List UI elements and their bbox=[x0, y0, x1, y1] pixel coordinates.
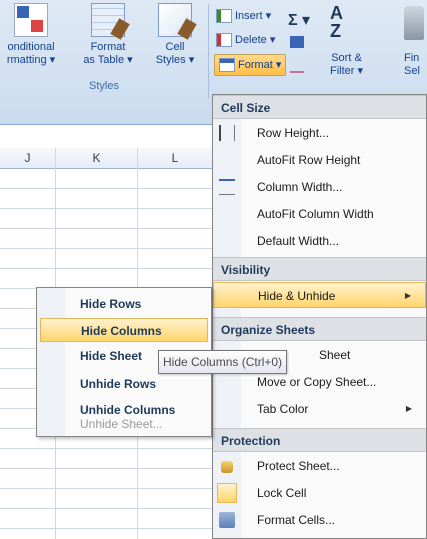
menu-item-autofit-row-height[interactable]: AutoFit Row Height bbox=[213, 147, 426, 173]
format-as-table-button[interactable]: Format as Table ▾ bbox=[78, 3, 138, 67]
submenu-arrow-icon: ▶ bbox=[404, 291, 411, 300]
submenu-item-unhide-rows[interactable]: Unhide Rows bbox=[40, 372, 208, 396]
sort-filter-icon[interactable]: AZ bbox=[330, 4, 360, 44]
format-cells-label: Format Cells... bbox=[257, 513, 336, 527]
format-cells-icon bbox=[219, 512, 235, 528]
cell-styles-label-1: Cell bbox=[165, 41, 185, 53]
tab-color-label: Tab Color bbox=[257, 402, 309, 416]
menu-item-format-cells[interactable]: Format Cells... bbox=[213, 507, 426, 533]
fill-down-icon bbox=[290, 36, 304, 49]
protect-sheet-label: Protect Sheet... bbox=[257, 459, 340, 473]
conditional-formatting-label-1: onditional bbox=[7, 41, 55, 53]
lock-icon bbox=[217, 483, 237, 503]
column-header-l[interactable]: L bbox=[138, 148, 213, 168]
column-header-j[interactable]: J bbox=[0, 148, 56, 168]
menu-item-default-width[interactable]: Default Width... bbox=[213, 228, 426, 254]
fill-button[interactable] bbox=[290, 32, 307, 52]
clear-button[interactable] bbox=[290, 56, 307, 76]
rename-sheet-label: Sheet bbox=[319, 348, 351, 362]
insert-cells-icon bbox=[216, 9, 232, 24]
lock-cell-label: Lock Cell bbox=[257, 486, 307, 500]
conditional-formatting-label-2: rmatting ▾ bbox=[6, 54, 56, 66]
find-select-button[interactable]: Fin Sel bbox=[404, 52, 420, 78]
column-header-k[interactable]: K bbox=[56, 148, 138, 168]
delete-cells-icon bbox=[216, 33, 232, 48]
insert-button[interactable]: Insert ▾ bbox=[216, 6, 271, 26]
menu-item-lock-cell[interactable]: Lock Cell bbox=[213, 480, 426, 506]
sort-filter-button[interactable]: Sort & Filter ▾ bbox=[330, 52, 363, 78]
row-height-icon bbox=[219, 125, 235, 141]
format-as-table-label-1: Format bbox=[90, 41, 126, 53]
row-height-label: Row Height... bbox=[257, 126, 330, 140]
find-select-label-2: Sel bbox=[404, 65, 420, 77]
section-cell-size: Cell Size bbox=[213, 95, 426, 119]
column-width-icon bbox=[219, 179, 235, 195]
format-dropdown-menu: Cell Size Row Height... AutoFit Row Heig… bbox=[212, 94, 427, 539]
cell-styles-label-2: Styles ▾ bbox=[155, 54, 195, 66]
column-width-label: Column Width... bbox=[257, 180, 343, 194]
menu-item-row-height[interactable]: Row Height... bbox=[213, 120, 426, 146]
format-as-table-icon bbox=[91, 3, 125, 37]
autofit-column-width-label: AutoFit Column Width bbox=[257, 207, 374, 221]
section-organize-sheets: Organize Sheets bbox=[213, 317, 426, 341]
conditional-formatting-icon bbox=[14, 3, 48, 37]
autosum-button[interactable]: Σ ▾ bbox=[288, 10, 310, 30]
hide-unhide-label: Hide & Unhide bbox=[258, 289, 336, 303]
submenu-arrow-icon: ▶ bbox=[405, 404, 412, 413]
conditional-formatting-button[interactable]: onditional rmatting ▾ bbox=[0, 3, 62, 67]
autofit-row-height-label: AutoFit Row Height bbox=[257, 153, 361, 167]
menu-item-tab-color[interactable]: Tab Color ▶ bbox=[213, 396, 426, 422]
cell-styles-button[interactable]: Cell Styles ▾ bbox=[144, 3, 206, 67]
menu-item-column-width[interactable]: Column Width... bbox=[213, 174, 426, 200]
format-cells-icon bbox=[219, 58, 235, 73]
submenu-item-hide-columns[interactable]: Hide Columns bbox=[40, 318, 208, 342]
styles-group-label: Styles bbox=[89, 80, 119, 92]
submenu-item-unhide-sheet[interactable]: Unhide Sheet... bbox=[40, 414, 208, 434]
group-separator bbox=[208, 4, 209, 98]
menu-item-autofit-column-width[interactable]: AutoFit Column Width bbox=[213, 201, 426, 227]
find-select-label-1: Fin bbox=[404, 52, 420, 64]
sort-filter-label-1: Sort & bbox=[331, 52, 362, 64]
cell-styles-icon bbox=[158, 3, 192, 37]
sort-filter-label-2: Filter ▾ bbox=[330, 65, 364, 77]
delete-button[interactable]: Delete ▾ bbox=[216, 30, 275, 50]
format-button[interactable]: Format ▾ bbox=[214, 54, 287, 76]
binoculars-icon[interactable] bbox=[404, 6, 424, 40]
hide-columns-tooltip: Hide Columns (Ctrl+0) bbox=[158, 350, 288, 374]
menu-item-protect-sheet[interactable]: Protect Sheet... bbox=[213, 453, 426, 479]
protect-sheet-icon bbox=[221, 461, 233, 473]
default-width-label: Default Width... bbox=[257, 234, 340, 248]
format-as-table-label-2: as Table ▾ bbox=[83, 54, 133, 66]
move-copy-sheet-label: Move or Copy Sheet... bbox=[257, 375, 377, 389]
menu-item-hide-unhide[interactable]: Hide & Unhide ▶ bbox=[213, 282, 426, 308]
format-label: Format ▾ bbox=[238, 59, 282, 71]
section-visibility: Visibility bbox=[213, 257, 426, 281]
submenu-item-hide-rows[interactable]: Hide Rows bbox=[40, 292, 208, 316]
section-protection: Protection bbox=[213, 428, 426, 452]
eraser-icon bbox=[290, 59, 304, 74]
delete-label: Delete ▾ bbox=[235, 34, 276, 46]
insert-label: Insert ▾ bbox=[235, 10, 272, 22]
